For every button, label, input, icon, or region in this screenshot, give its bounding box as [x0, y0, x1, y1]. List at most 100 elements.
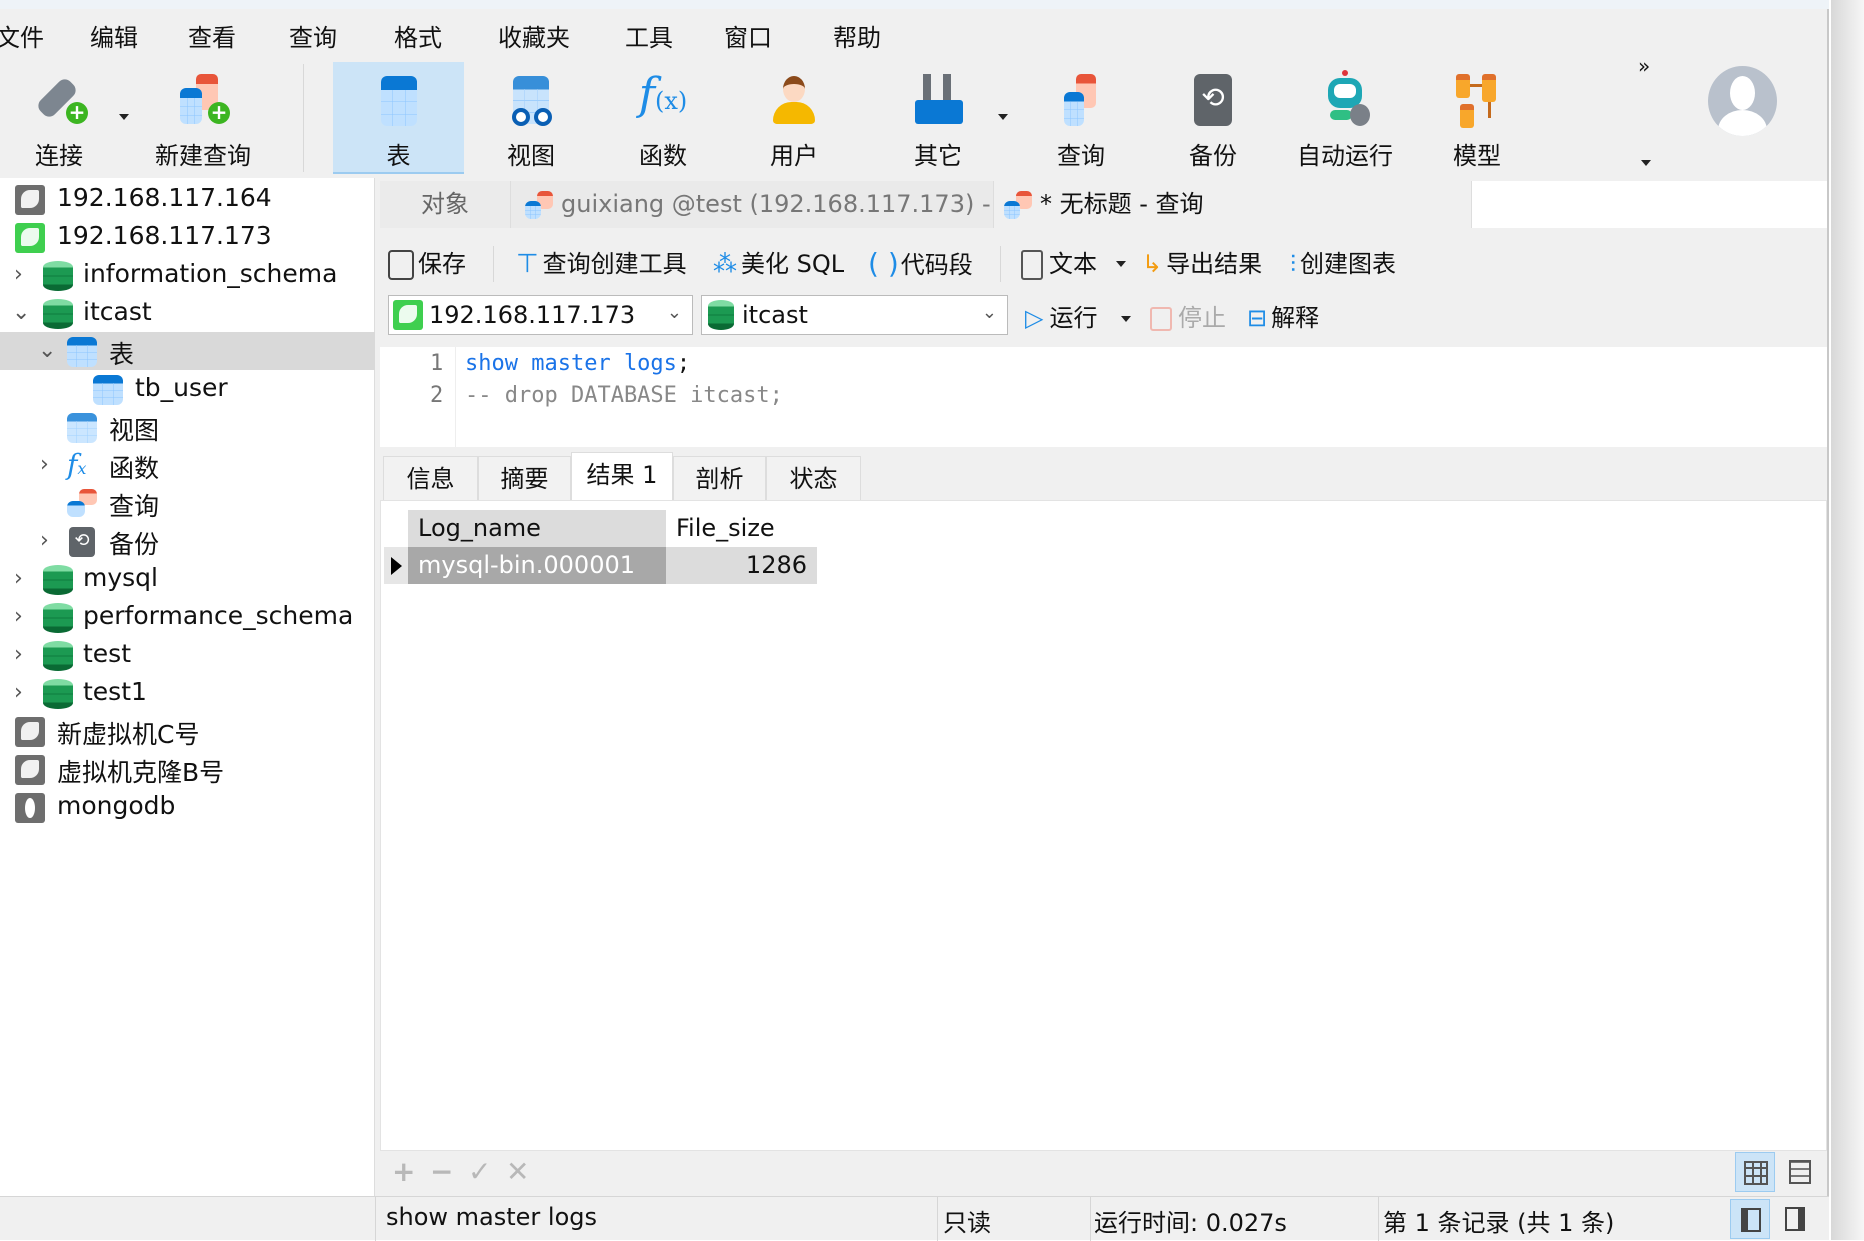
- result-tab-summary[interactable]: 摘要: [478, 456, 571, 500]
- tree-db-test[interactable]: › test: [0, 636, 375, 674]
- discard-changes-button[interactable]: ✕: [506, 1155, 529, 1188]
- tree-db-test1[interactable]: › test1: [0, 674, 375, 712]
- run-button[interactable]: ▷ 运行: [1025, 298, 1097, 338]
- tree-functions-folder[interactable]: › fx 函数: [0, 446, 375, 484]
- tree-db-information-schema[interactable]: › information_schema: [0, 256, 375, 294]
- text-mode-button[interactable]: 文本: [1021, 244, 1097, 284]
- tree-backups-folder[interactable]: › ⟲ 备份: [0, 522, 375, 560]
- tree-label: 表: [109, 340, 135, 369]
- other-dropdown-arrow[interactable]: [998, 114, 1008, 120]
- toolbar-function-button[interactable]: f(x) 函数: [608, 62, 718, 174]
- result-tab-result-1[interactable]: 结果 1: [571, 452, 673, 500]
- sql-editor[interactable]: 1 2 show master logs; -- drop DATABASE i…: [380, 347, 1827, 447]
- current-row-arrow-icon: [391, 557, 402, 575]
- tree-label: tb_user: [135, 373, 228, 402]
- menu-edit[interactable]: 编辑: [90, 18, 138, 53]
- chevron-right-icon[interactable]: ›: [14, 566, 23, 591]
- panel-right-icon: [1785, 1207, 1805, 1231]
- connection-select[interactable]: 192.168.117.173 ⌄: [388, 295, 693, 335]
- explain-button[interactable]: ⊟ 解释: [1247, 298, 1319, 338]
- toolbar-overflow-button[interactable]: »: [1638, 54, 1650, 78]
- menu-format[interactable]: 格式: [394, 18, 442, 53]
- tree-db-mysql[interactable]: › mysql: [0, 560, 375, 598]
- menu-favorites[interactable]: 收藏夹: [498, 18, 570, 53]
- tree-connection-c[interactable]: 新虚拟机C号: [0, 712, 375, 750]
- toolbar-table-button[interactable]: 表: [333, 62, 464, 174]
- title-strip: [0, 0, 1829, 9]
- chevron-right-icon[interactable]: ›: [14, 604, 23, 629]
- row-indicator[interactable]: [384, 547, 408, 584]
- connect-dropdown-arrow[interactable]: [119, 114, 129, 120]
- save-icon: [388, 250, 414, 280]
- chevron-down-icon[interactable]: ⌄: [38, 338, 56, 363]
- result-tab-profile[interactable]: 剖析: [673, 456, 766, 500]
- menu-tools[interactable]: 工具: [625, 18, 673, 53]
- cell-log-name[interactable]: mysql-bin.000001: [408, 547, 666, 584]
- form-view-button[interactable]: [1780, 1152, 1820, 1192]
- result-tab-info[interactable]: 信息: [383, 456, 478, 500]
- menu-help[interactable]: 帮助: [833, 18, 881, 53]
- query-builder-button[interactable]: ⊤ 查询创建工具: [516, 244, 687, 284]
- save-label: 保存: [418, 250, 466, 278]
- chevron-right-icon[interactable]: ›: [40, 528, 49, 553]
- beautify-sql-button[interactable]: ⁂ 美化 SQL: [713, 244, 844, 284]
- toolbar-other-button[interactable]: 其它: [883, 62, 993, 174]
- chevron-right-icon[interactable]: ›: [14, 642, 23, 667]
- menu-view[interactable]: 查看: [188, 18, 236, 53]
- menu-window[interactable]: 窗口: [724, 18, 772, 53]
- new-query-icon: +: [174, 70, 232, 128]
- tree-db-performance-schema[interactable]: › performance_schema: [0, 598, 375, 636]
- chevron-down-icon[interactable]: ⌄: [12, 300, 30, 325]
- toggle-left-panel-button[interactable]: [1730, 1199, 1770, 1239]
- toolbar-query-button[interactable]: 查询: [1026, 62, 1136, 174]
- tree-connection-b[interactable]: 虚拟机克隆B号: [0, 750, 375, 788]
- tree-connection-173[interactable]: 192.168.117.173: [0, 218, 375, 256]
- toolbar-new-query-button[interactable]: + 新建查询: [148, 62, 258, 174]
- tab-objects[interactable]: 对象: [380, 181, 511, 228]
- delete-row-button[interactable]: −: [430, 1155, 453, 1188]
- toolbar-automation-button[interactable]: 自动运行: [1280, 62, 1410, 174]
- tab-label: guixiang @test (192.168.117.173) - ...: [561, 190, 994, 218]
- toolbar-view-button[interactable]: 视图: [476, 62, 586, 174]
- run-dropdown-arrow[interactable]: [1121, 316, 1131, 322]
- tree-db-itcast[interactable]: ⌄ itcast: [0, 294, 375, 332]
- menu-query[interactable]: 查询: [289, 18, 337, 53]
- database-select[interactable]: itcast ⌄: [701, 295, 1008, 335]
- user-avatar[interactable]: [1708, 66, 1777, 136]
- export-result-button[interactable]: ↳ 导出结果: [1142, 244, 1262, 284]
- stop-button[interactable]: 停止: [1150, 298, 1226, 338]
- chevron-right-icon[interactable]: ›: [14, 262, 23, 287]
- tab-guixiang-query[interactable]: guixiang @test (192.168.117.173) - ...: [511, 181, 994, 228]
- export-label: 导出结果: [1166, 250, 1263, 278]
- toolbar-connect-button[interactable]: + 连接: [14, 62, 104, 174]
- grid-view-button[interactable]: [1735, 1152, 1775, 1192]
- toolbar-overflow-arrow[interactable]: [1641, 160, 1651, 166]
- create-chart-button[interactable]: ⫶ 创建图表: [1290, 244, 1396, 284]
- tree-connection-mongodb[interactable]: mongodb: [0, 788, 375, 826]
- tree-tables-folder[interactable]: ⌄ 表: [0, 332, 375, 370]
- toolbar-backup-button[interactable]: ⟲ 备份: [1158, 62, 1268, 174]
- result-tab-status[interactable]: 状态: [766, 456, 861, 500]
- tree-connection-164[interactable]: 192.168.117.164: [0, 180, 375, 218]
- tree-queries-folder[interactable]: 查询: [0, 484, 375, 522]
- apply-changes-button[interactable]: ✓: [468, 1155, 491, 1188]
- toolbar-model-button[interactable]: 模型: [1422, 62, 1532, 174]
- column-header-log-name[interactable]: Log_name: [408, 510, 666, 547]
- tree-views-folder[interactable]: 视图: [0, 408, 375, 446]
- tools-icon: [909, 70, 967, 128]
- code-line-1: show master logs;: [465, 351, 690, 376]
- add-row-button[interactable]: +: [392, 1155, 415, 1188]
- text-dropdown-arrow[interactable]: [1116, 261, 1126, 267]
- column-header-file-size[interactable]: File_size: [666, 510, 817, 547]
- save-button[interactable]: 保存: [388, 244, 466, 284]
- menu-file[interactable]: 文件: [0, 18, 44, 53]
- tab-untitled-query[interactable]: * 无标题 - 查询: [994, 181, 1472, 228]
- tree-table-tb-user[interactable]: tb_user: [0, 370, 375, 408]
- chevron-right-icon[interactable]: ›: [40, 452, 49, 477]
- toggle-right-panel-button[interactable]: [1775, 1199, 1815, 1239]
- code-snippet-button[interactable]: ( )代码段: [868, 244, 973, 284]
- cell-file-size[interactable]: 1286: [666, 547, 817, 584]
- chevron-right-icon[interactable]: ›: [14, 680, 23, 705]
- toolbar-user-button[interactable]: 用户: [739, 62, 849, 174]
- line-number: 2: [430, 383, 444, 408]
